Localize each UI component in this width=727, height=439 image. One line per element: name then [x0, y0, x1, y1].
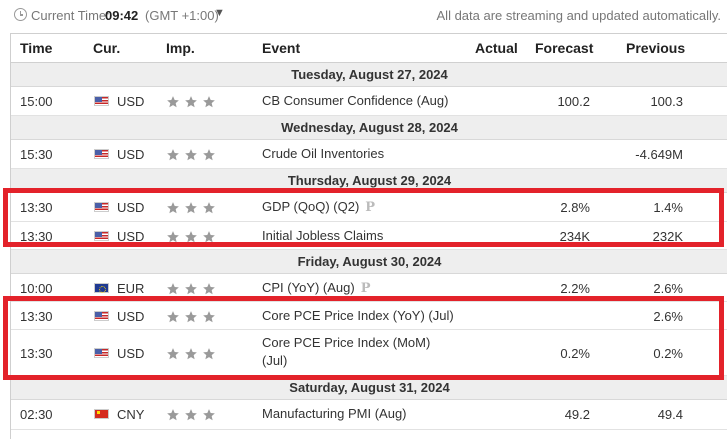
star-icon [202, 282, 216, 296]
importance-stars [166, 95, 220, 110]
eu-flag-icon [94, 283, 109, 293]
chevron-down-icon[interactable]: ▼ [214, 7, 225, 19]
importance-stars [166, 282, 220, 297]
us-flag-icon [94, 149, 109, 159]
event-previous: 100.3 [650, 94, 683, 109]
event-name-link[interactable]: CB Consumer Confidence (Aug) [262, 92, 448, 110]
event-name: CPI (YoY) (Aug) [262, 280, 355, 295]
event-forecast: 100.2 [557, 94, 590, 109]
star-icon [202, 148, 216, 162]
star-icon [166, 95, 180, 109]
event-forecast: 49.2 [564, 407, 590, 422]
star-icon [184, 408, 198, 422]
table-header: Time Cur. Imp. Event Actual Forecast Pre… [11, 34, 727, 63]
star-icon [166, 408, 180, 422]
event-forecast: 2.2% [560, 281, 590, 296]
star-icon [184, 95, 198, 109]
event-name-link[interactable]: Manufacturing PMI (Aug) [262, 405, 407, 423]
star-icon [166, 148, 180, 162]
event-currency: EUR [117, 281, 145, 296]
day-header: Wednesday, August 28, 2024 [11, 116, 727, 140]
day-header: Friday, August 30, 2024 [11, 250, 727, 274]
column-header-previous[interactable]: Previous [626, 40, 685, 56]
star-icon [184, 148, 198, 162]
cn-flag-icon [94, 409, 109, 419]
us-flag-icon [94, 96, 109, 106]
top-bar: Current Time: 09:42 (GMT +1:00) ▼ All da… [0, 0, 727, 32]
table-row[interactable]: 02:30 CNY Manufacturing PMI (Aug) 49.2 4… [11, 400, 727, 430]
current-time-value: 09:42 [105, 8, 139, 23]
event-previous: 49.4 [657, 407, 683, 422]
current-time-label: Current Time: [31, 8, 110, 23]
day-header: Tuesday, August 27, 2024 [11, 63, 727, 87]
column-header-time[interactable]: Time [20, 40, 52, 56]
event-time: 02:30 [20, 407, 53, 422]
highlight-box [3, 296, 724, 380]
event-time: 10:00 [20, 281, 53, 296]
event-currency: USD [117, 94, 145, 109]
event-name-link[interactable]: Crude Oil Inventories [262, 145, 384, 163]
table-row[interactable]: 15:30 USD Crude Oil Inventories -4.649M [11, 140, 727, 169]
event-currency: USD [117, 147, 145, 162]
column-header-event[interactable]: Event [262, 40, 300, 56]
importance-stars [166, 148, 220, 163]
event-previous: 2.6% [653, 281, 683, 296]
highlight-box [3, 188, 724, 247]
timezone-selector[interactable]: (GMT +1:00) [145, 8, 219, 23]
column-header-actual[interactable]: Actual [475, 40, 518, 56]
column-header-forecast[interactable]: Forecast [535, 40, 593, 56]
event-time: 15:00 [20, 94, 53, 109]
star-icon [184, 282, 198, 296]
event-time: 15:30 [20, 147, 53, 162]
column-header-currency[interactable]: Cur. [93, 40, 120, 56]
event-previous: -4.649M [635, 147, 683, 162]
clock-icon [14, 8, 27, 21]
star-icon [166, 282, 180, 296]
preliminary-p-icon: P [360, 281, 371, 296]
table-row[interactable]: 15:00 USD CB Consumer Confidence (Aug) 1… [11, 87, 727, 116]
event-currency: CNY [117, 407, 145, 422]
streaming-note: All data are streaming and updated autom… [436, 8, 721, 23]
importance-stars [166, 408, 220, 423]
column-header-importance[interactable]: Imp. [166, 40, 195, 56]
star-icon [202, 408, 216, 422]
star-icon [202, 95, 216, 109]
